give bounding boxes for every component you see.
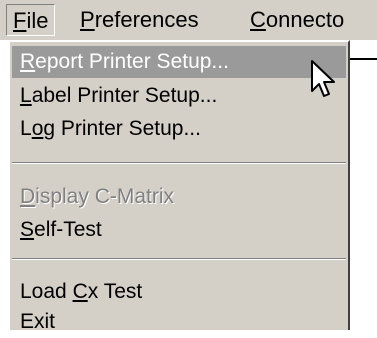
menu-bar: File Preferences Connecto (0, 0, 377, 40)
menu-label: onnecto (265, 7, 345, 32)
menu-separator (12, 258, 346, 260)
menu-label: ile (26, 8, 49, 33)
background-window (350, 40, 377, 322)
menu-item-load-cx-test[interactable]: Load Cx Test (12, 276, 346, 308)
menu-separator (12, 162, 346, 164)
mnemonic: D (20, 185, 36, 208)
label-post: elf-Test (34, 218, 102, 241)
mnemonic: o (31, 117, 44, 140)
menu-preferences[interactable]: Preferences (74, 4, 205, 36)
menu-connectors[interactable]: Connecto (244, 4, 350, 36)
mnemonic: L (20, 84, 32, 107)
menu-label: references (94, 7, 199, 32)
menu-item-self-test[interactable]: Self-Test (12, 214, 346, 246)
label-post: eport Printer Setup... (35, 50, 229, 73)
mnemonic: C (72, 280, 88, 303)
label-post: isplay C-Matrix (35, 185, 175, 208)
mnemonic: R (20, 50, 36, 73)
menu-file[interactable]: File (6, 4, 56, 36)
file-menu-dropdown: Report Printer Setup... Label Printer Se… (8, 40, 350, 333)
arrow-pointer-icon (311, 60, 335, 97)
label-pre: L (20, 117, 32, 140)
mnemonic: S (20, 218, 35, 241)
label-post: g Printer Setup... (43, 117, 201, 140)
mnemonic: P (80, 7, 95, 32)
menu-item-exit[interactable]: Exit (12, 306, 346, 338)
mnemonic: F (13, 8, 27, 33)
menu-item-display-c-matrix: Display C-Matrix (12, 181, 346, 213)
menu-item-report-printer-setup[interactable]: Report Printer Setup... (12, 46, 346, 78)
mnemonic: C (250, 7, 266, 32)
label-post: abel Printer Setup... (31, 84, 218, 107)
background-window-border (350, 58, 377, 60)
menu-item-log-printer-setup[interactable]: Log Printer Setup... (12, 113, 346, 145)
label-post: x Test (87, 280, 143, 303)
menu-item-label-printer-setup[interactable]: Label Printer Setup... (12, 80, 346, 112)
label-pre: Load (20, 280, 73, 303)
